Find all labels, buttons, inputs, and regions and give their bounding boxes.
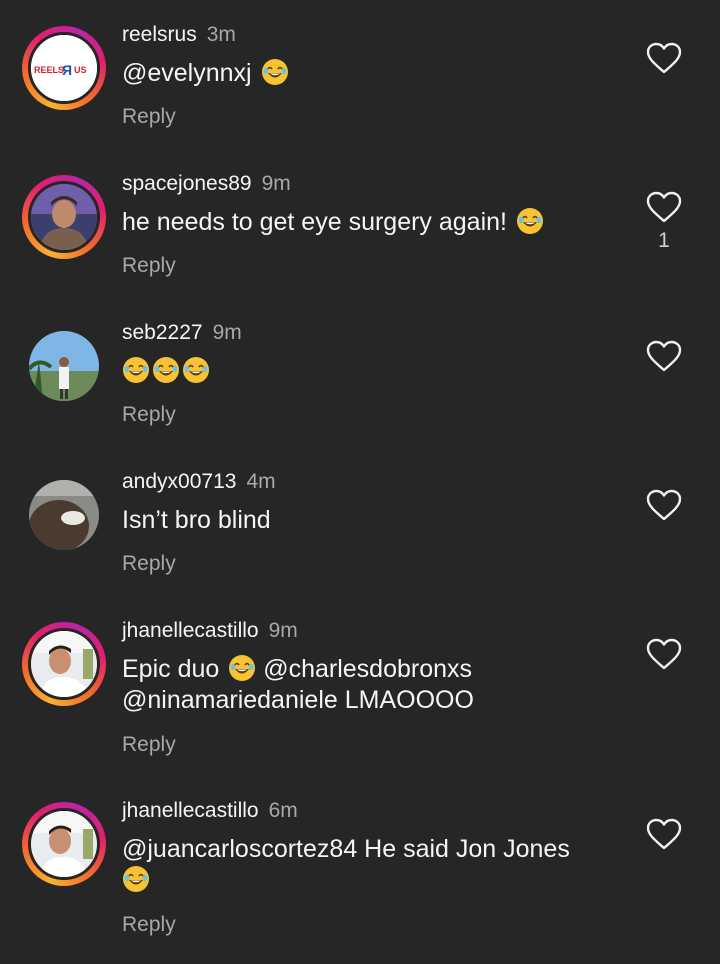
like-heart-icon[interactable]: [646, 818, 682, 850]
avatar[interactable]: [22, 175, 106, 259]
reply-button[interactable]: Reply: [122, 732, 176, 758]
svg-text:US: US: [74, 65, 87, 75]
username[interactable]: reelsrus: [122, 23, 197, 46]
comment-item: jhanellecastillo 9m Epic duo @charlesdobr…: [0, 596, 720, 776]
avatar[interactable]: [22, 622, 106, 706]
comment-item: spacejones89 9m he needs to get eye surge…: [0, 149, 720, 298]
mention-link[interactable]: @charlesdobronxs: [263, 655, 472, 683]
comment-header: reelsrus 3m: [122, 22, 236, 48]
svg-text:REELS: REELS: [34, 65, 64, 75]
avatar[interactable]: [22, 324, 106, 408]
like-heart-icon[interactable]: [646, 340, 682, 372]
timestamp: 4m: [246, 470, 276, 493]
like-heart-icon[interactable]: [646, 489, 682, 521]
like-heart-icon[interactable]: [646, 42, 682, 74]
reply-button[interactable]: Reply: [122, 402, 176, 428]
comment-item: seb2227 9m Reply: [0, 298, 720, 447]
comment-header: jhanellecastillo 9m: [122, 618, 298, 644]
laughing-emoji-icon: [516, 207, 544, 235]
comment-body: @juancarloscortez84 He said Jon Jones: [122, 835, 570, 863]
laughing-emoji-icon: [122, 356, 150, 384]
reply-button[interactable]: Reply: [122, 912, 176, 938]
comments-list: REELS Я US reelsrus 3m @evelynnxj Reply: [0, 0, 720, 964]
comment-header: spacejones89 9m: [122, 171, 291, 197]
comment-text: Isn’t bro blind: [122, 506, 271, 534]
svg-text:Я: Я: [62, 62, 72, 78]
laughing-emoji-icon: [152, 356, 180, 384]
laughing-emoji-icon: [228, 654, 256, 682]
comment-item: andyx00713 4m Isn’t bro blind Reply: [0, 447, 720, 596]
avatar[interactable]: REELS Я US: [22, 26, 106, 110]
comment-header: jhanellecastillo 6m: [122, 798, 298, 824]
timestamp: 9m: [268, 619, 298, 642]
laughing-emoji-icon: [182, 356, 210, 384]
comment-text: Epic duo @charlesdobronxs @ninamariedani…: [122, 654, 632, 716]
comment-text: @juancarloscortez84 He said Jon Jones: [122, 834, 632, 896]
laughing-emoji-icon: [261, 58, 289, 86]
reply-button[interactable]: Reply: [122, 551, 176, 577]
profile-photo-icon: [29, 480, 99, 550]
username[interactable]: seb2227: [122, 321, 203, 344]
mention-link[interactable]: @evelynnxj: [122, 59, 252, 87]
username[interactable]: jhanellecastillo: [122, 619, 259, 642]
comment-header: seb2227 9m: [122, 320, 242, 346]
comment-item: jhanellecastillo 6m @juancarloscortez84 H…: [0, 776, 720, 964]
like-heart-icon[interactable]: [646, 191, 682, 223]
like-count: 1: [658, 229, 670, 252]
comment-header: andyx00713 4m: [122, 469, 276, 495]
reply-button[interactable]: Reply: [122, 253, 176, 279]
like-heart-icon[interactable]: [646, 638, 682, 670]
username[interactable]: andyx00713: [122, 470, 236, 493]
username[interactable]: jhanellecastillo: [122, 799, 259, 822]
profile-photo-icon: [31, 184, 97, 250]
timestamp: 3m: [206, 23, 236, 46]
profile-photo-icon: [31, 811, 97, 877]
comment-body: he needs to get eye surgery again!: [122, 208, 507, 236]
comment-text: he needs to get eye surgery again!: [122, 207, 632, 238]
avatar[interactable]: [22, 473, 106, 557]
laughing-emoji-icon: [122, 865, 150, 893]
timestamp: 6m: [268, 799, 298, 822]
comment-item: REELS Я US reelsrus 3m @evelynnxj Reply: [0, 0, 720, 149]
comment-text: [122, 356, 632, 387]
comment-text: @evelynnxj: [122, 58, 632, 89]
comment-body: Epic duo: [122, 655, 220, 683]
avatar[interactable]: [22, 802, 106, 886]
timestamp: 9m: [212, 321, 242, 344]
comment-body-line2: @ninamariedaniele LMAOOOO: [122, 686, 474, 714]
profile-photo-icon: [29, 331, 99, 401]
profile-photo-icon: [31, 631, 97, 697]
reply-button[interactable]: Reply: [122, 104, 176, 130]
username[interactable]: spacejones89: [122, 172, 252, 195]
reelsrus-logo-icon: REELS Я US: [31, 35, 97, 101]
timestamp: 9m: [261, 172, 291, 195]
